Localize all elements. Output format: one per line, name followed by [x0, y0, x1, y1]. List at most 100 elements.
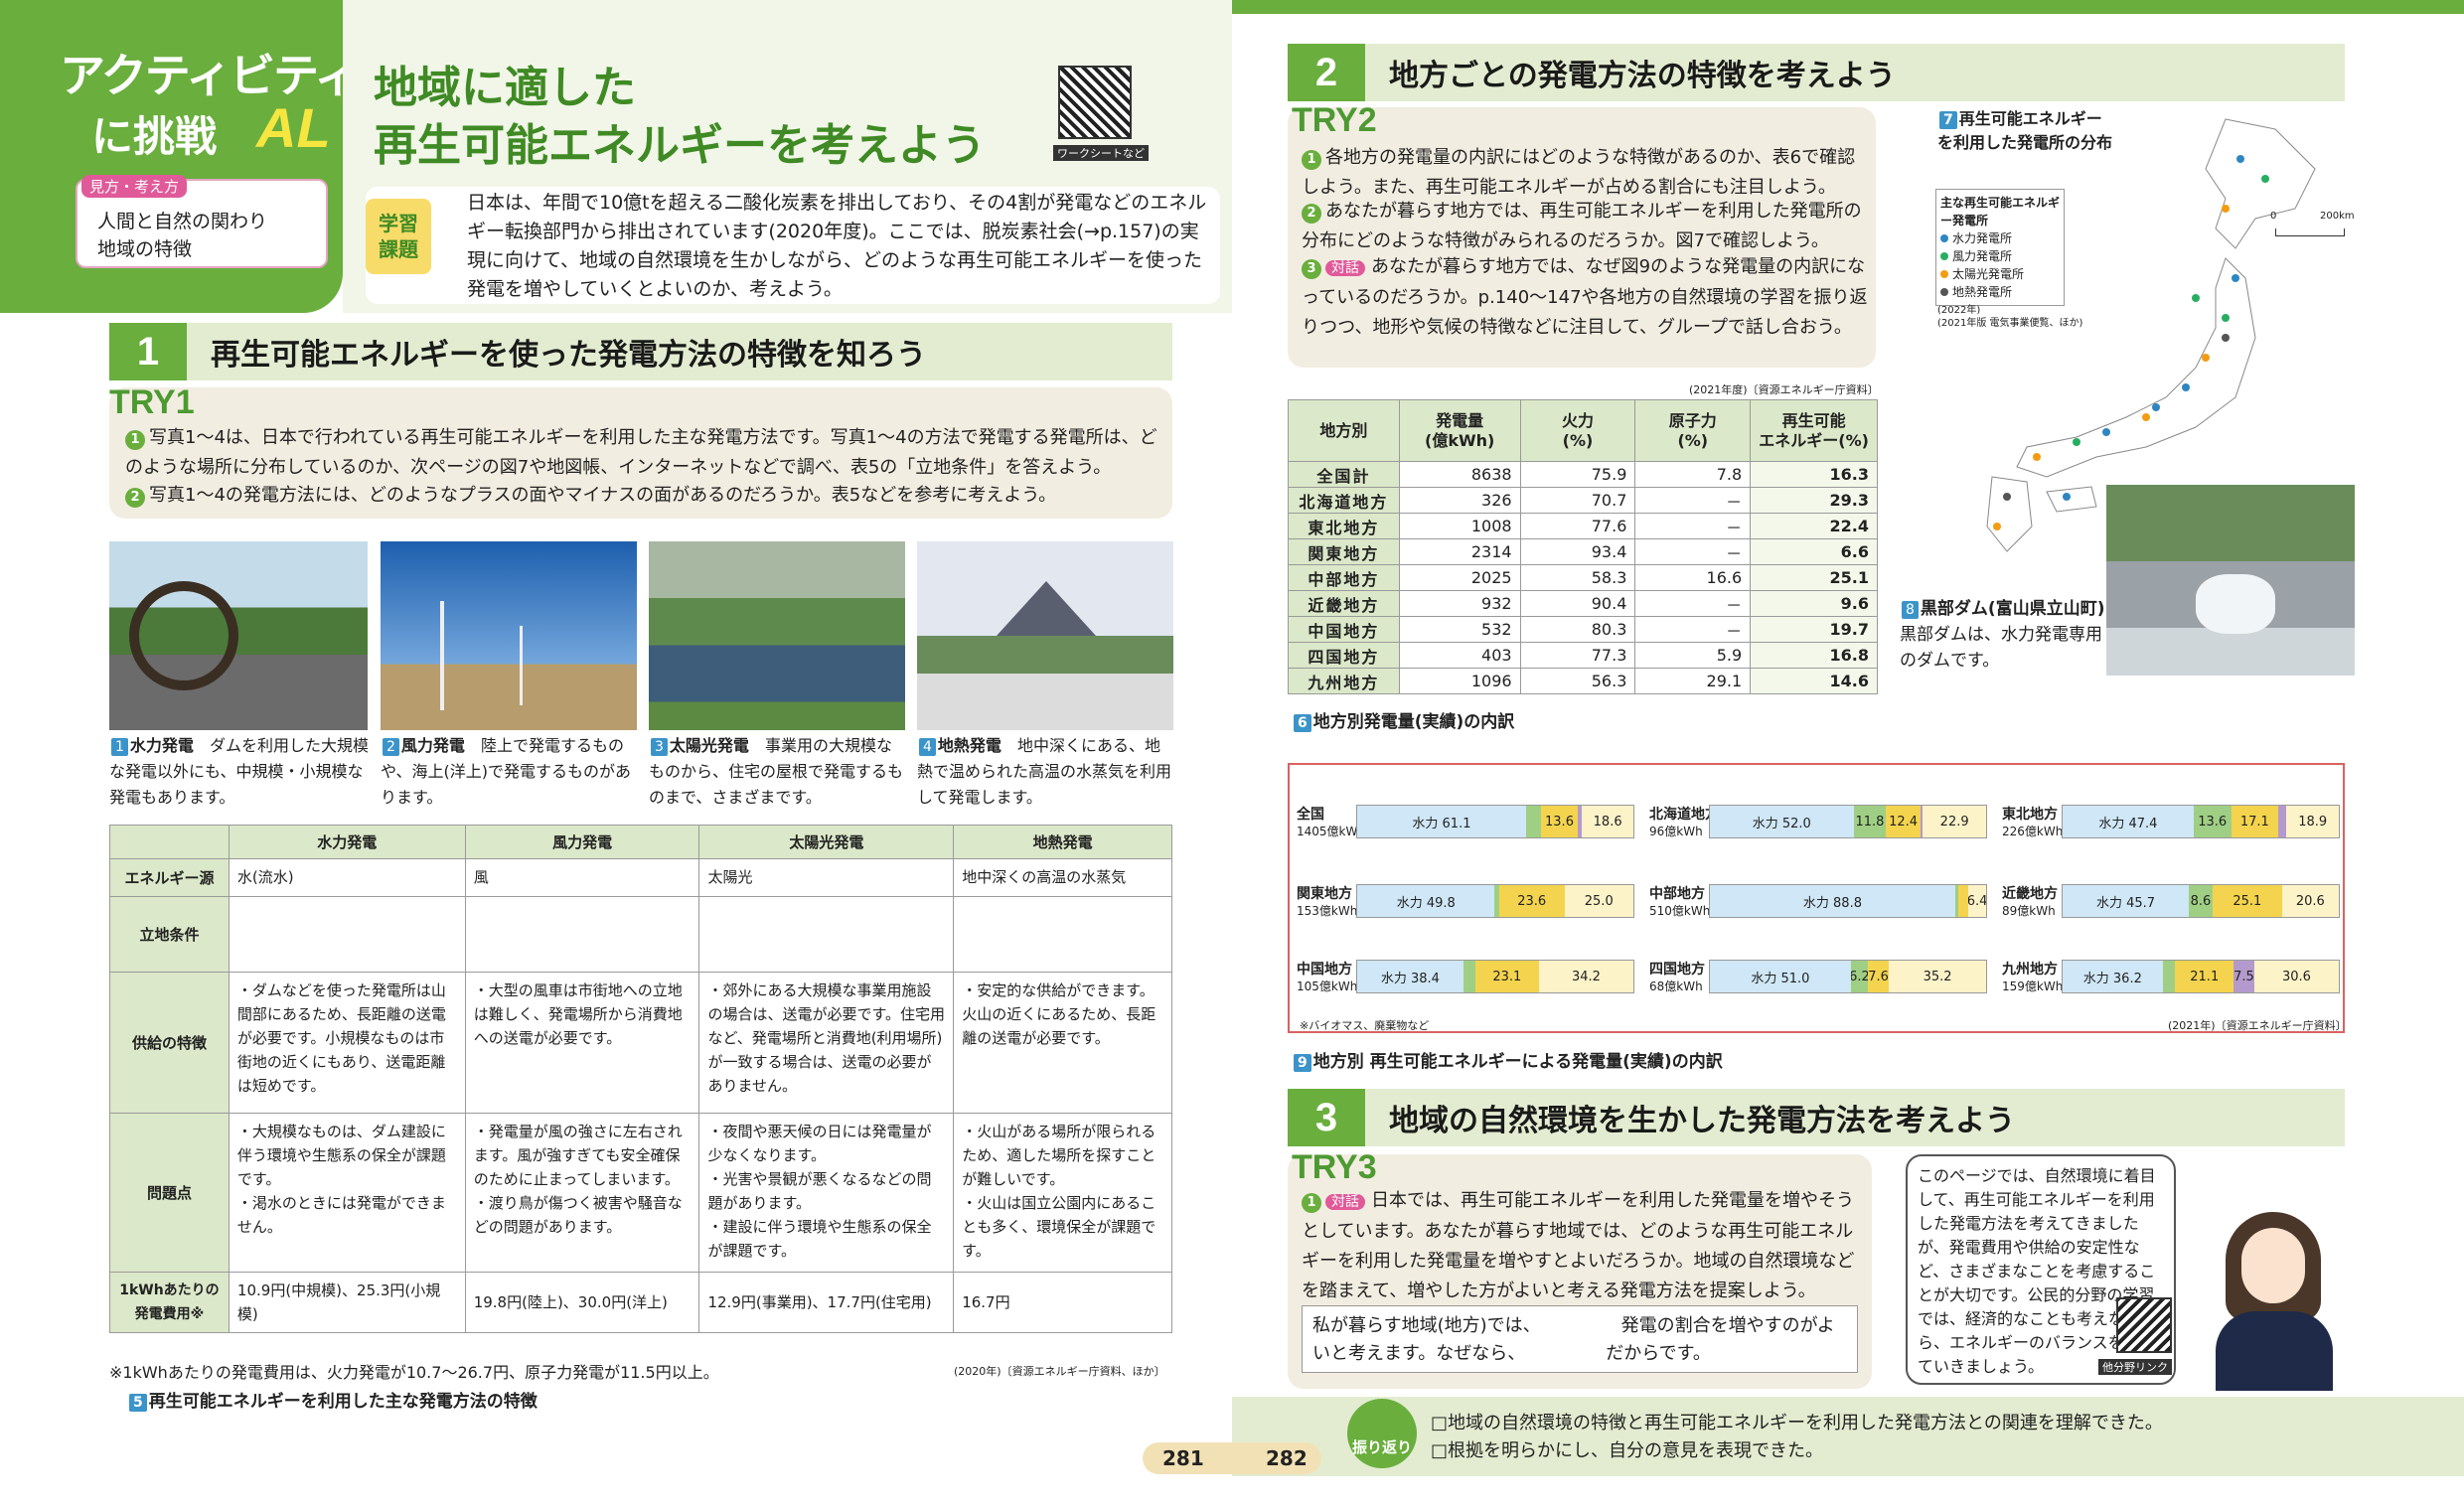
try3-answer-box[interactable]: 私が暮らす地域(地方)では、 発電の割合を増やすのがよいと考えます。なぜなら、 …	[1302, 1305, 1858, 1373]
chart-segment-value: 22.9	[1939, 814, 1969, 829]
chart-segment-hydro: 水力 88.8	[1710, 885, 1955, 917]
legend-dot-icon	[1940, 288, 1948, 296]
region-name: 関東地方	[1288, 538, 1400, 565]
task-text: 日本は、年間で10億tを超える二酸化炭素を排出しており、その4割が発電などのエネ…	[467, 192, 1207, 300]
chart-segment-other: 35.2	[1889, 961, 1986, 992]
table-cell: 16.6	[1634, 564, 1752, 591]
chart-bar: 水力 51.0 6.2 7.6 35.2	[1709, 960, 1987, 993]
photo-3-badge: 3	[651, 738, 668, 756]
chart-segment-hydro: 水力 38.4	[1357, 961, 1463, 992]
review-icon[interactable]: 振り返り	[1347, 1399, 1417, 1468]
table6-header: 火力 (%)	[1519, 399, 1636, 462]
qr-code-worksheet[interactable]	[1058, 66, 1132, 139]
number-1-icon: 1	[1302, 1193, 1321, 1213]
table-cell: 19.8円(陸上)、30.0円(洋上)	[464, 1272, 700, 1333]
photo-kurobe-dam	[2106, 485, 2355, 676]
try2-q2-text: あなたが暮らす地方では、再生可能エネルギーを利用した発電所の分布にどのような特徴…	[1302, 201, 1862, 251]
table-cell-blank[interactable]	[953, 896, 1172, 973]
table5-header-solar: 太陽光発電	[698, 825, 955, 859]
qr-label: ワークシートなど	[1053, 145, 1149, 161]
table-cell: 10.9円(中規模)、25.3円(小規模)	[228, 1272, 466, 1333]
chart-segment-solar: 12.4	[1886, 806, 1921, 837]
chart-region-label: 中部地方 510億kWh	[1649, 886, 1710, 920]
photo-hydro	[109, 541, 368, 730]
activity-badge: AL	[256, 96, 331, 159]
chart-segment-value: 水力 45.7	[2095, 895, 2156, 911]
chart-region-name: 関東地方	[1297, 886, 1352, 902]
power-plant-dot	[2261, 175, 2269, 183]
viewpoint-item-1: 人間と自然の関わり	[97, 211, 268, 232]
dam-spray-icon	[2196, 574, 2275, 634]
review-item-2[interactable]: □根拠を明らかにし、自分の意見を表現できた。	[1431, 1436, 1823, 1462]
chart-segment-value: 25.1	[2233, 893, 2262, 909]
dialogue-tag: 対話	[1325, 260, 1365, 276]
chart-segment-value: 8.6	[2190, 893, 2212, 909]
table-cell: 1008	[1398, 513, 1521, 539]
section-1-number: 1	[109, 323, 187, 380]
chart-region-total: 68億kWh	[1649, 980, 1703, 993]
table-cell: 16.8	[1750, 642, 1878, 669]
table-cell-blank[interactable]	[228, 896, 466, 973]
table-cell: 9.6	[1750, 590, 1878, 617]
chart-region-name: 中国地方	[1297, 962, 1352, 978]
page-number-left: 281	[1162, 1446, 1204, 1470]
table-row: 近畿地方 932 90.4 － 9.6	[1288, 590, 1878, 617]
chart-region-label: 近畿地方 89億kWh	[2002, 886, 2058, 920]
table-cell-blank[interactable]	[464, 896, 700, 973]
table-cell: －	[1634, 616, 1752, 643]
legend-dot-icon	[1940, 252, 1948, 260]
chart-bar: 水力 38.4 23.1 34.2	[1356, 960, 1634, 993]
chart-segment-hydro: 水力 36.2	[2063, 961, 2163, 992]
chart9-source: (2021年)〔資源エネルギー庁資料〕	[2168, 1019, 2347, 1032]
number-3-icon: 3	[1302, 259, 1321, 279]
chart9-caption: 9 地方別 再生可能エネルギーによる発電量(実績)の内訳	[1292, 1047, 1723, 1072]
power-plant-dot	[2192, 294, 2200, 302]
region-name: 中国地方	[1288, 616, 1400, 643]
chart-segment-other: 18.9	[2286, 806, 2339, 837]
other-field-link[interactable]: 他分野リンク	[2098, 1359, 2172, 1375]
region-name: 北海道地方	[1288, 487, 1400, 514]
chart-region-label: 関東地方 153億kWh	[1297, 886, 1357, 920]
power-plant-dot	[2182, 383, 2190, 391]
table5-row-problem-label: 問題点	[109, 1113, 230, 1273]
chart-region-name: 四国地方	[1649, 962, 1705, 978]
chart-bar: 水力 52.0 11.8 12.4 22.9	[1709, 805, 1987, 838]
chart-segment-wind: 6.2	[1850, 961, 1869, 992]
chart-segment-value: 20.6	[2295, 893, 2325, 909]
table-cell: 77.3	[1519, 642, 1636, 669]
photo8-location: (富山県立山町)	[1987, 599, 2105, 619]
chart-segment-solar: 23.6	[1498, 885, 1565, 917]
table-cell-blank[interactable]	[698, 896, 955, 973]
chart-region-total: 96億kWh	[1649, 825, 1703, 838]
photo8-badge: 8	[1902, 601, 1919, 619]
chart9-note: ※バイオマス、廃棄物など	[1300, 1019, 1430, 1032]
shikoku-shape	[2046, 486, 2097, 513]
chart-bar: 水力 61.1 13.6 18.6	[1356, 805, 1634, 838]
map7-legend-list: 水力発電所 風力発電所 太陽光発電所 地熱発電所	[1940, 229, 2060, 301]
chart-segment-value: 6.2	[1850, 969, 1869, 984]
table-row: 九州地方 1096 56.3 29.1 14.6	[1288, 668, 1878, 694]
table-cell: 水(流水)	[228, 858, 466, 897]
chart-segment-value: 水力 52.0	[1752, 816, 1811, 831]
chart-bar: 水力 36.2 21.1 7.5 30.6	[2062, 960, 2340, 993]
chart-region-name: 全国	[1297, 807, 1324, 823]
table-cell: 風	[464, 858, 700, 897]
region-name: 九州地方	[1288, 668, 1400, 694]
chart9-caption-text: 地方別 再生可能エネルギーによる発電量(実績)の内訳	[1312, 1052, 1723, 1072]
table-cell: 403	[1398, 642, 1521, 669]
chart-segment-wind	[2162, 961, 2176, 992]
photo-4-badge: 4	[919, 738, 936, 756]
chart-segment-value: 18.6	[1593, 814, 1622, 829]
qr-code-link[interactable]	[2116, 1297, 2172, 1353]
chart-segment-value: 18.9	[2298, 814, 2328, 829]
review-item-1[interactable]: □地域の自然環境の特徴と再生可能エネルギーを利用した発電方法との関連を理解できた…	[1431, 1409, 2163, 1434]
legend-dot-icon	[1940, 270, 1948, 278]
chart-segment-other: 30.6	[2253, 961, 2339, 992]
photo-4-title: 地熱発電	[937, 736, 1001, 755]
table5-header-empty	[109, 825, 230, 859]
chart-segment-value: 水力 88.8	[1802, 895, 1862, 911]
chart-segment-hydro: 水力 52.0	[1710, 806, 1854, 837]
map-legend-item: 地熱発電所	[1940, 283, 2060, 301]
photo-2-caption: 2 風力発電 陸上で発電するものや、海上(洋上)で発電するものがあります。	[381, 733, 639, 811]
power-plant-dot	[2202, 354, 2210, 362]
